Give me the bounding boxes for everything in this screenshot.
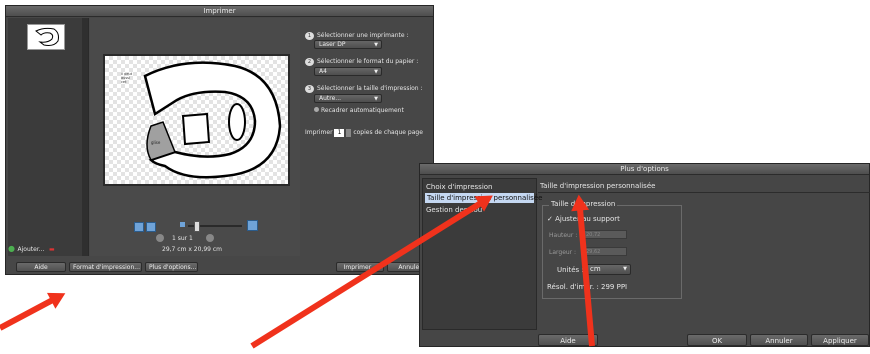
page-setup-button[interactable]: Format d'impression...	[69, 262, 142, 272]
print-size-group: Taille d'impression ✓ Ajuster au support…	[542, 200, 682, 299]
auto-fit-checkbox[interactable]: Recadrer automatiquement	[314, 107, 404, 114]
height-label: Hauteur :	[549, 232, 578, 239]
section-title: Taille d'impression personnalisée	[540, 182, 656, 190]
preview-artwork	[143, 61, 282, 179]
step-3-label: 3 Sélectionner la taille d'impression :	[305, 85, 423, 93]
zoom-in-icon[interactable]	[247, 220, 258, 231]
zoom-slider-thumb[interactable]	[194, 221, 200, 232]
section-divider	[538, 192, 870, 193]
print-dialog-title: Imprimer	[6, 6, 433, 17]
auto-fit-radio[interactable]	[314, 107, 319, 112]
printer-select[interactable]: Laser DP ▼	[314, 40, 382, 49]
prev-page-button[interactable]	[156, 234, 164, 242]
thumbnail-shape	[35, 27, 59, 46]
help-button[interactable]: Aide	[16, 262, 66, 272]
page-thumbnail[interactable]	[27, 24, 65, 50]
print-size-select[interactable]: Autre... ▼	[314, 94, 382, 103]
add-row[interactable]: ● Ajouter... ▬	[8, 244, 68, 254]
preview-text: Il peut aussi cet	[121, 72, 133, 84]
zoom-slider[interactable]	[188, 221, 242, 232]
units-select[interactable]: cm ▼	[585, 264, 631, 275]
apply-button[interactable]: Appliquer	[811, 334, 869, 346]
actual-size-icon[interactable]	[146, 222, 156, 232]
shape-label: glise	[151, 140, 161, 145]
ok-button[interactable]: OK	[687, 334, 747, 346]
page-counter: 1 sur 1	[172, 235, 193, 242]
thumbnail-sidebar	[8, 18, 89, 256]
preview-area: Il peut aussi cet glise 1 sur 1 29,7 cm …	[90, 18, 300, 256]
paper-format-select[interactable]: A4 ▼	[314, 67, 382, 76]
units-label: Unités :	[557, 266, 584, 274]
settings-panel: 1 Sélectionner une imprimante : Laser DP ▼…	[302, 18, 433, 256]
remove-icon[interactable]: ▬	[49, 246, 55, 253]
more-options-button[interactable]: Plus d'options...	[145, 262, 198, 272]
add-label: Ajouter...	[17, 246, 45, 253]
arrow-to-page-setup	[0, 297, 55, 331]
zoom-out-icon[interactable]	[180, 222, 185, 227]
checkmark-icon: ✓	[547, 215, 553, 223]
options-cancel-button[interactable]: Annuler	[750, 334, 808, 346]
copies-row: Imprimer 1 copies de chaque page	[305, 129, 423, 137]
width-label: Largeur :	[549, 249, 577, 256]
copies-stepper[interactable]	[346, 129, 352, 137]
add-icon: ●	[8, 244, 15, 253]
print-dialog: Imprimer ● Ajouter... ▬ Il peut aussi ce…	[5, 5, 434, 275]
step-1-label: 1 Sélectionner une imprimante :	[305, 32, 408, 40]
fit-page-icon[interactable]	[134, 222, 144, 232]
preview-page: Il peut aussi cet glise	[103, 54, 290, 186]
step-2-label: 2 Sélectionner le format du papier :	[305, 58, 418, 66]
sidebar-scrollbar[interactable]	[82, 18, 88, 256]
height-input[interactable]: 20,72	[583, 230, 627, 239]
more-options-title: Plus d'options	[420, 164, 869, 175]
print-dimensions: 29,7 cm x 20,99 cm	[162, 246, 223, 253]
width-input[interactable]: 29,62	[583, 247, 627, 256]
next-page-button[interactable]	[206, 234, 214, 242]
copies-input[interactable]: 1	[334, 129, 345, 137]
